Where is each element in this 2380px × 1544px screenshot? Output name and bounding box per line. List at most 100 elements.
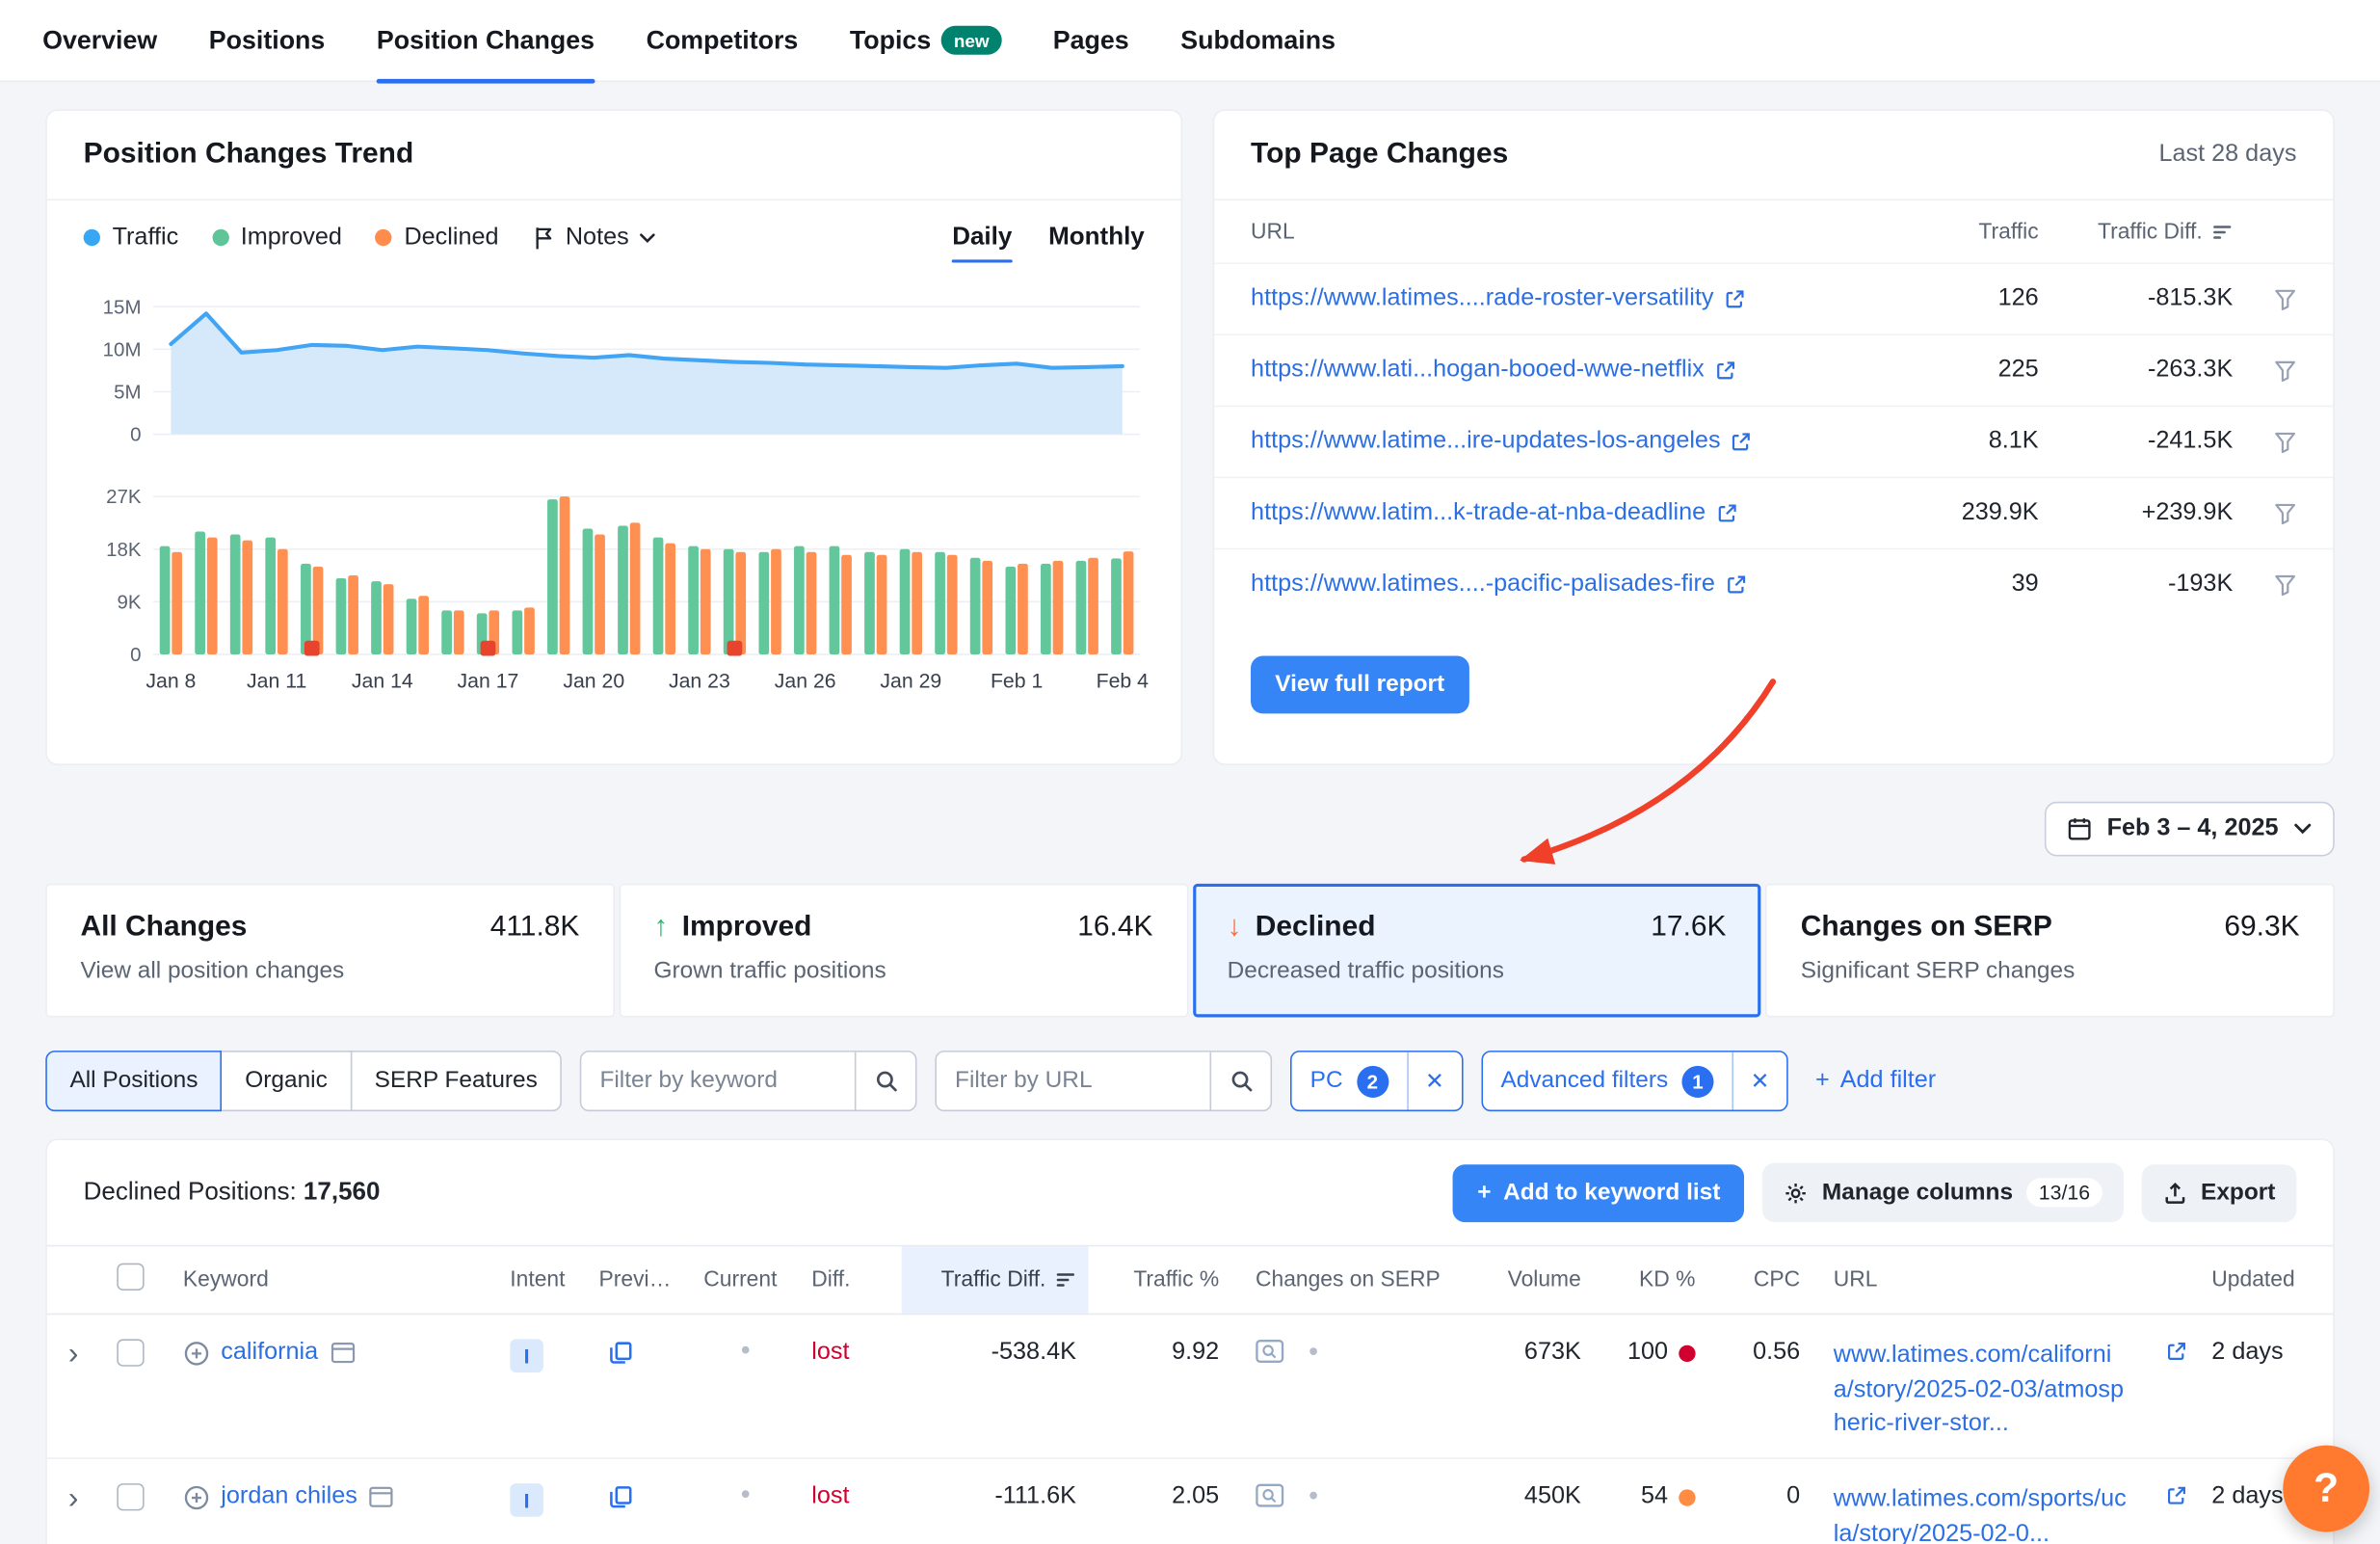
keyword-filter-input[interactable]	[582, 1052, 856, 1110]
improved-dot-icon	[212, 229, 228, 246]
svg-text:Jan 8: Jan 8	[145, 670, 196, 693]
col-traffic[interactable]: Traffic	[1908, 220, 2038, 244]
col-url[interactable]: URL	[1812, 1246, 2200, 1315]
summary-label: Declined Positions:	[84, 1178, 297, 1205]
result-url-link[interactable]: www.latimes.com/california/story/2025-02…	[1834, 1339, 2131, 1442]
trend-chart: 15M10M5M027K18K9K0Jan 8Jan 11Jan 14Jan 1…	[84, 258, 1150, 707]
row-expander-icon[interactable]: ›	[59, 1338, 78, 1371]
page-url-link[interactable]: https://www.lati...hogan-booed-wwe-netfl…	[1251, 357, 1908, 384]
col-traffic-diff[interactable]: Traffic Diff.	[2039, 220, 2234, 244]
row-expander-icon[interactable]: ›	[59, 1482, 78, 1516]
help-button[interactable]: ?	[2283, 1446, 2369, 1532]
filter-icon[interactable]	[2233, 359, 2296, 383]
segment-all-positions[interactable]: All Positions	[45, 1051, 222, 1111]
nav-item-subdomains[interactable]: Subdomains	[1180, 0, 1335, 81]
col-updated[interactable]: Updated	[2200, 1246, 2334, 1315]
segment-organic[interactable]: Organic	[221, 1051, 352, 1111]
kd-dot-icon	[1679, 1489, 1695, 1505]
add-to-keyword-list-label: Add to keyword list	[1503, 1179, 1720, 1206]
col-url[interactable]: URL	[1251, 220, 1908, 244]
external-link-icon	[1716, 502, 1737, 523]
keyword-link[interactable]: california	[221, 1339, 318, 1366]
select-all-checkbox[interactable]	[117, 1264, 144, 1291]
tab-monthly[interactable]: Monthly	[1048, 224, 1145, 253]
filter-icon[interactable]	[2233, 573, 2296, 597]
nav-item-overview[interactable]: Overview	[42, 0, 157, 81]
col-keyword[interactable]: Keyword	[171, 1246, 497, 1315]
arrow-up-icon: ↑	[654, 911, 669, 945]
tab-daily[interactable]: Daily	[952, 224, 1012, 253]
serp-preview-icon[interactable]	[369, 1486, 393, 1507]
nav-item-position-changes[interactable]: Position Changes	[377, 0, 595, 81]
serp-preview-icon[interactable]	[331, 1343, 355, 1364]
external-link-icon	[1732, 431, 1753, 452]
col-traffic-diff[interactable]: Traffic Diff.	[901, 1246, 1088, 1315]
col-kd[interactable]: KD %	[1593, 1246, 1707, 1315]
keywords-table: Keyword Intent Previ… Current Diff. Traf…	[47, 1245, 2333, 1544]
add-keyword-icon[interactable]	[183, 1340, 209, 1366]
filter-icon[interactable]	[2233, 502, 2296, 525]
card-all-changes[interactable]: All Changes 411.8K View all position cha…	[45, 884, 614, 1018]
nav-item-competitors[interactable]: Competitors	[647, 0, 799, 81]
filter-icon[interactable]	[2233, 288, 2296, 311]
col-changes-on-serp[interactable]: Changes on SERP	[1231, 1246, 1464, 1315]
legend-improved-label: Improved	[241, 224, 342, 251]
add-filter-button[interactable]: +Add filter	[1815, 1067, 1936, 1094]
keyword-search-button[interactable]	[855, 1052, 915, 1110]
row-checkbox[interactable]	[117, 1339, 144, 1366]
col-previous[interactable]: Previ…	[587, 1246, 692, 1315]
keyword-link[interactable]: jordan chiles	[221, 1483, 357, 1510]
nav-item-positions[interactable]: Positions	[209, 0, 326, 81]
notes-dropdown[interactable]: Notes	[532, 224, 656, 251]
segment-serp-features[interactable]: SERP Features	[350, 1051, 562, 1111]
url-filter-input[interactable]	[937, 1052, 1210, 1110]
card-improved[interactable]: ↑Improved 16.4K Grown traffic positions	[619, 884, 1187, 1018]
summary-cards: All Changes 411.8K View all position cha…	[45, 884, 2335, 1018]
col-traffic-diff-label: Traffic Diff.	[941, 1267, 1046, 1291]
pc-chip-close-icon[interactable]: ✕	[1407, 1052, 1462, 1110]
current-position-dot-icon: •	[741, 1335, 751, 1366]
previous-position-icon[interactable]	[608, 1341, 632, 1365]
pc-chip-label[interactable]: PC2	[1292, 1065, 1407, 1097]
export-button[interactable]: Export	[2142, 1163, 2297, 1221]
view-full-report-button[interactable]: View full report	[1251, 656, 1468, 714]
date-range-picker[interactable]: Feb 3 – 4, 2025	[2045, 802, 2335, 857]
previous-position-icon[interactable]	[608, 1485, 632, 1509]
row-checkbox[interactable]	[117, 1483, 144, 1510]
filter-bar: All Positions Organic SERP Features PC2 …	[45, 1051, 2335, 1111]
col-intent[interactable]: Intent	[498, 1246, 587, 1315]
manage-columns-button[interactable]: Manage columns13/16	[1762, 1163, 2123, 1222]
col-traffic-pct[interactable]: Traffic %	[1089, 1246, 1231, 1315]
svg-text:Jan 26: Jan 26	[775, 670, 836, 693]
page-url-link[interactable]: https://www.latime...ire-updates-los-ang…	[1251, 428, 1908, 455]
card-changes-on-serp[interactable]: Changes on SERP 69.3K Significant SERP c…	[1765, 884, 2334, 1018]
result-url-link[interactable]: www.latimes.com/sports/ucla/story/2025-0…	[1834, 1483, 2131, 1544]
page-url-link[interactable]: https://www.latimes....rade-roster-versa…	[1251, 285, 1908, 312]
add-to-keyword-list-button[interactable]: +Add to keyword list	[1453, 1163, 1745, 1221]
legend-improved[interactable]: Improved	[212, 224, 342, 251]
nav-item-topics[interactable]: Topicsnew	[850, 0, 1001, 81]
page-url-link[interactable]: https://www.latim...k-trade-at-nba-deadl…	[1251, 499, 1908, 526]
col-current[interactable]: Current	[692, 1246, 800, 1315]
external-link-icon[interactable]	[2166, 1485, 2187, 1506]
col-volume[interactable]: Volume	[1463, 1246, 1593, 1315]
serp-changes-icon[interactable]	[1256, 1483, 1284, 1509]
external-link-icon[interactable]	[2166, 1341, 2187, 1362]
legend-declined[interactable]: Declined	[376, 224, 499, 251]
advanced-filters-close-icon[interactable]: ✕	[1732, 1052, 1786, 1110]
page-url-text: https://www.latimes....rade-roster-versa…	[1251, 285, 1713, 312]
col-cpc[interactable]: CPC	[1707, 1246, 1812, 1315]
nav-item-pages[interactable]: Pages	[1053, 0, 1129, 81]
add-keyword-icon[interactable]	[183, 1484, 209, 1510]
url-search-button[interactable]	[1210, 1052, 1271, 1110]
serp-changes-icon[interactable]	[1256, 1339, 1284, 1365]
declined-value: 17.6K	[1651, 911, 1726, 945]
advanced-filters-label[interactable]: Advanced filters1	[1483, 1065, 1732, 1097]
filter-icon[interactable]	[2233, 431, 2296, 454]
col-diff[interactable]: Diff.	[800, 1246, 901, 1315]
legend-traffic[interactable]: Traffic	[84, 224, 179, 251]
card-declined[interactable]: ↓Declined 17.6K Decreased traffic positi…	[1192, 884, 1760, 1018]
kd-dot-icon	[1679, 1344, 1695, 1361]
page-url-link[interactable]: https://www.latimes....-pacific-palisade…	[1251, 571, 1908, 598]
svg-text:Jan 17: Jan 17	[458, 670, 519, 693]
